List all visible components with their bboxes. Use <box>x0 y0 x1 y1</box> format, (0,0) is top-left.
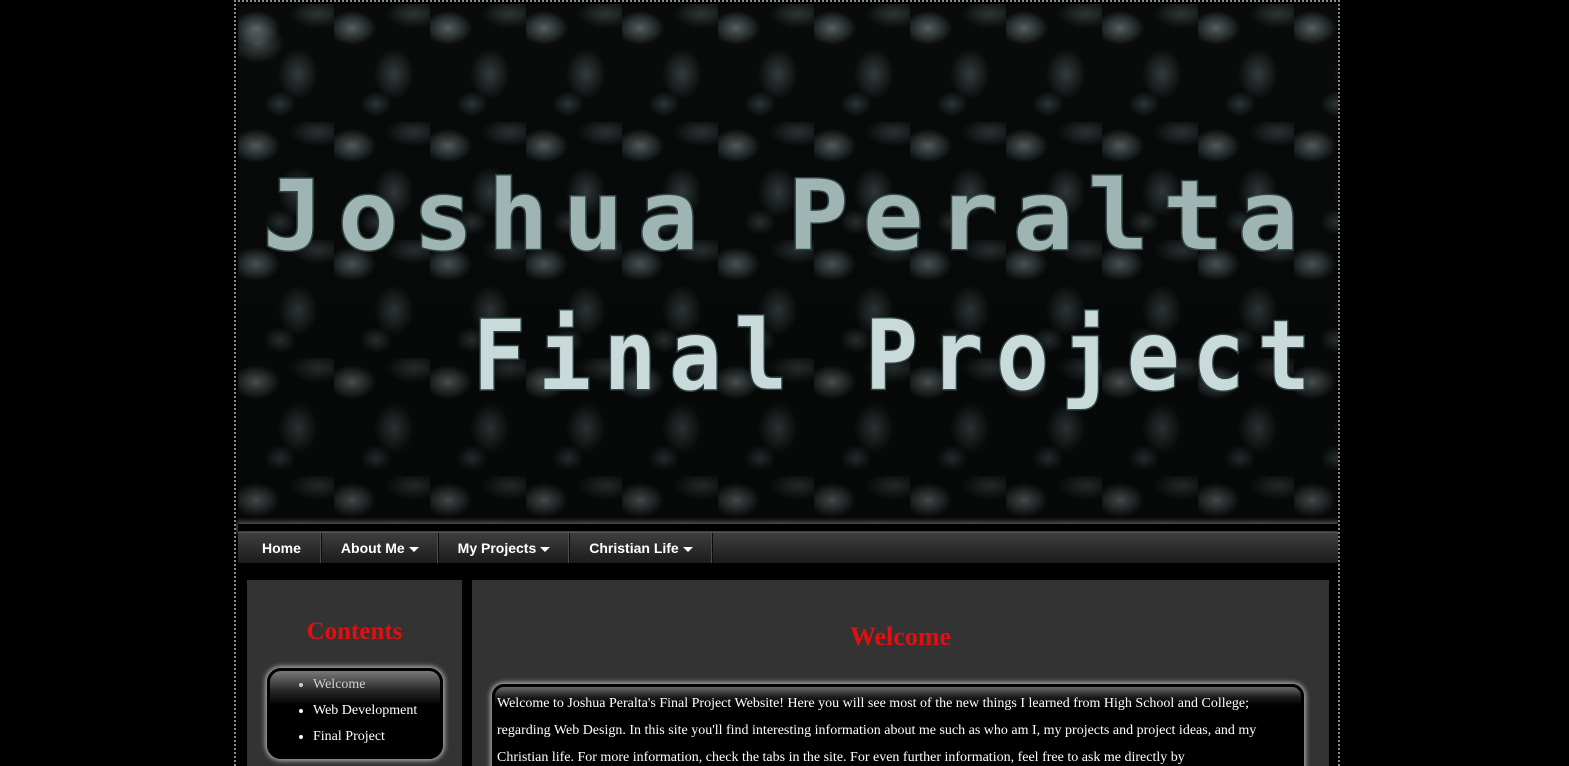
banner-logo: Joshua Peralta Final Project <box>262 159 1323 414</box>
chevron-down-icon <box>540 547 551 552</box>
main-content: Welcome Welcome to Joshua Peralta's Fina… <box>472 580 1329 766</box>
nav-about-me[interactable]: About Me <box>322 533 439 563</box>
sidebar-title: Contents <box>306 618 403 645</box>
chevron-down-icon <box>682 547 693 552</box>
contents-menu: Welcome Web Development Final Project <box>267 668 443 759</box>
chevron-down-icon <box>408 547 419 552</box>
nav-christian-life-label: Christian Life <box>589 540 679 556</box>
welcome-text: Welcome to Joshua Peralta's Final Projec… <box>492 684 1304 766</box>
nav-my-projects-label: My Projects <box>457 540 537 556</box>
nav-about-me-label: About Me <box>340 540 405 556</box>
nav-divider <box>238 524 1338 531</box>
contents-list: Welcome Web Development Final Project <box>270 671 440 753</box>
nav-home[interactable]: Home <box>238 533 322 563</box>
banner-title-line2: Final Project <box>473 300 1323 412</box>
contents-item-web-development: Web Development <box>313 701 440 727</box>
main-nav: Home About Me My Projects Christian Life <box>238 532 1338 563</box>
sidebar: Contents Welcome Web Development Final P… <box>247 580 462 766</box>
contents-item-welcome: Welcome <box>313 675 440 701</box>
banner-title-line1: Joshua Peralta <box>263 160 1313 272</box>
contents-link-web-development[interactable]: Web Development <box>313 703 417 718</box>
page-container: Joshua Peralta Final Project Home About … <box>234 0 1340 766</box>
contents-item-final-project: Final Project <box>313 727 440 753</box>
page-title: Welcome <box>849 622 952 651</box>
nav-christian-life[interactable]: Christian Life <box>570 533 713 563</box>
nav-home-label: Home <box>262 540 301 556</box>
header-banner: Joshua Peralta Final Project <box>238 4 1338 524</box>
contents-link-final-project[interactable]: Final Project <box>313 729 385 744</box>
contents-link-welcome[interactable]: Welcome <box>313 677 366 692</box>
nav-my-projects[interactable]: My Projects <box>439 533 571 563</box>
